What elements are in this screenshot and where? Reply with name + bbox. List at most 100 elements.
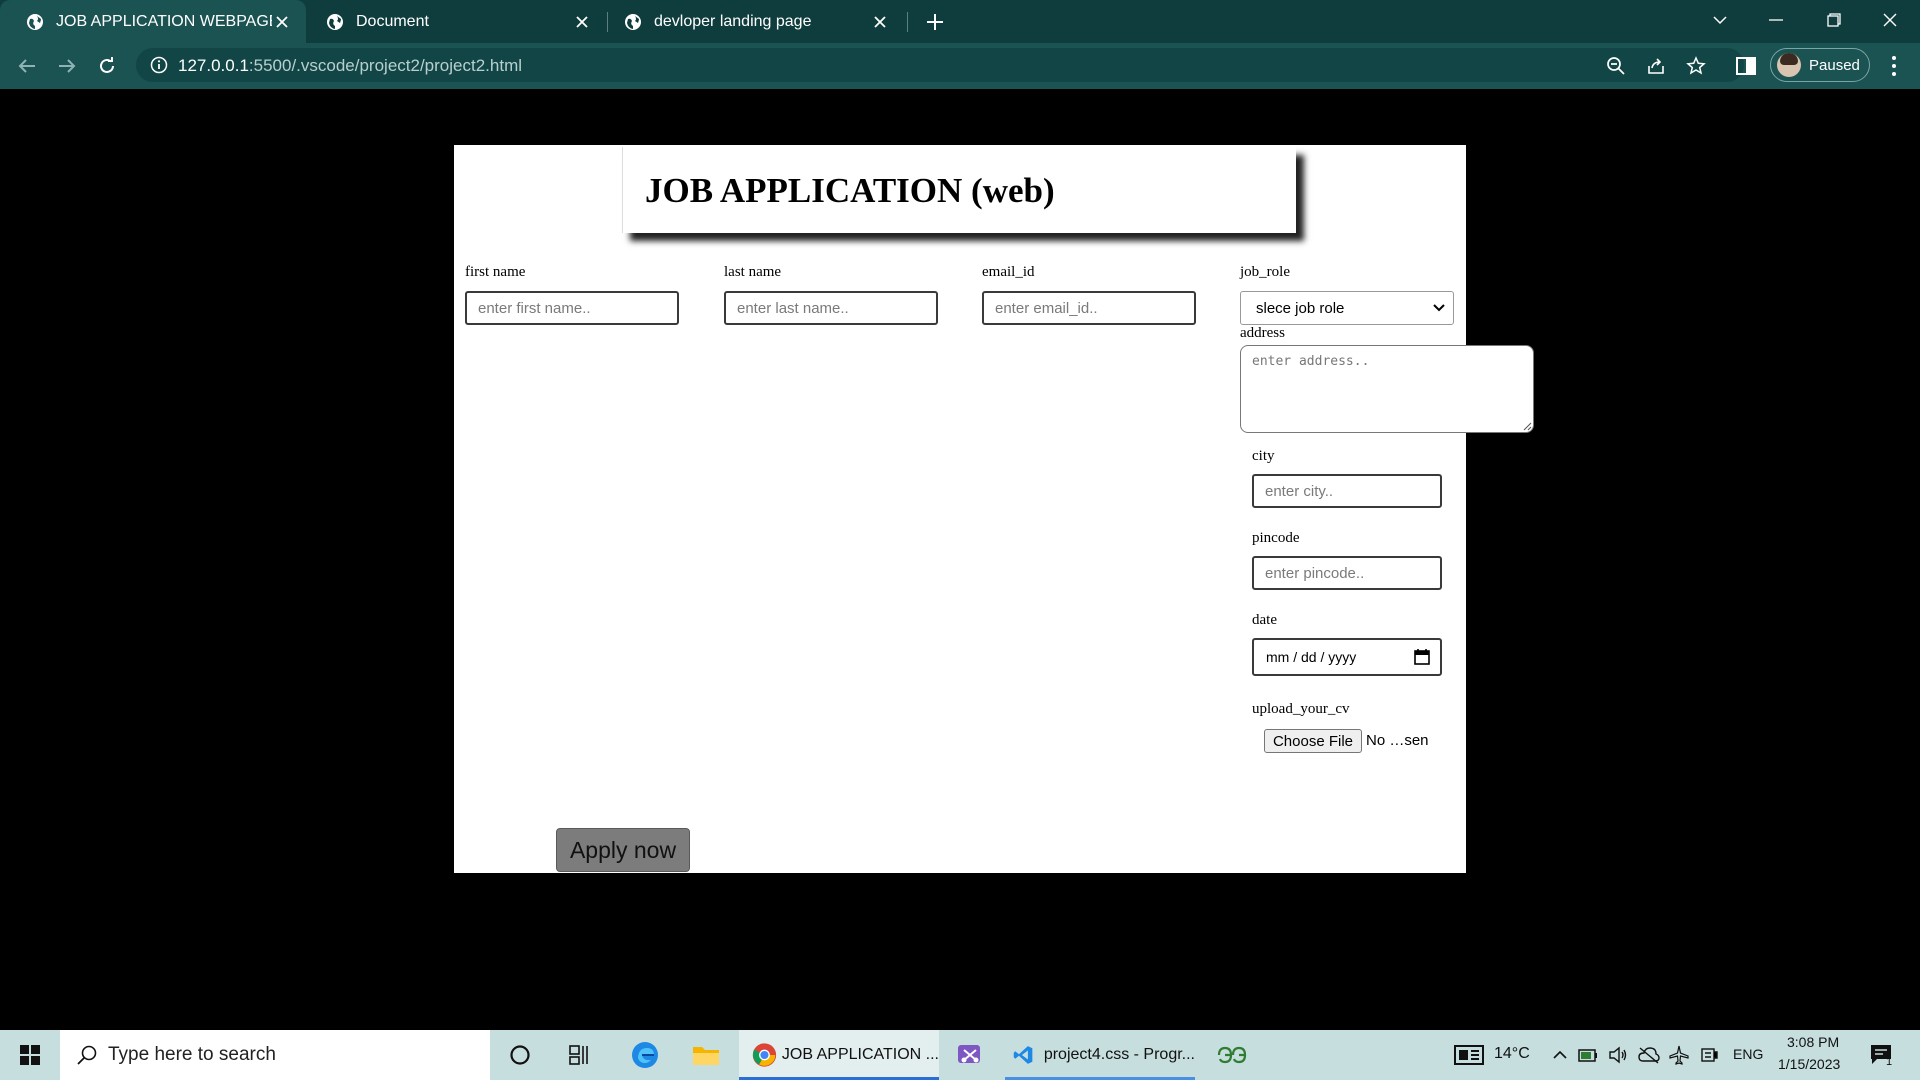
- network-tray-button[interactable]: [1637, 1030, 1661, 1080]
- start-button[interactable]: [0, 1030, 60, 1080]
- taskbar-app-label: JOB APPLICATION ...: [781, 1046, 939, 1063]
- extra-app-button[interactable]: [1210, 1030, 1254, 1080]
- choose-file-button[interactable]: Choose File: [1264, 729, 1362, 753]
- email-input[interactable]: [982, 291, 1196, 325]
- job-role-select[interactable]: slece job role: [1240, 291, 1454, 325]
- cortana-circle-icon: [510, 1045, 530, 1065]
- resize-grip-icon[interactable]: [1523, 422, 1532, 431]
- clock-time[interactable]: 3:08 PM: [1787, 1034, 1839, 1050]
- side-panel-icon[interactable]: [1735, 55, 1757, 77]
- share-icon[interactable]: [1646, 56, 1666, 76]
- task-view-icon: [569, 1045, 588, 1065]
- weather-temperature[interactable]: 14°C: [1494, 1045, 1530, 1063]
- battery-icon: [1578, 1049, 1597, 1062]
- task-view-button[interactable]: [560, 1030, 600, 1080]
- job-application-form: JOB APPLICATION (web) first name last na…: [454, 145, 1534, 873]
- last-name-label: last name: [724, 264, 782, 280]
- airplane-mode-tray-button[interactable]: [1667, 1030, 1691, 1080]
- more-menu-icon[interactable]: [1882, 53, 1906, 79]
- tab-document[interactable]: Document: [300, 0, 606, 43]
- profile-status: Paused: [1809, 56, 1860, 74]
- clock-date[interactable]: 1/15/2023: [1778, 1056, 1840, 1072]
- close-icon: [1883, 13, 1897, 27]
- arrow-left-icon: [18, 59, 35, 73]
- close-window-button[interactable]: [1862, 0, 1918, 40]
- search-placeholder: Type here to search: [108, 1044, 276, 1065]
- calendar-icon[interactable]: [1414, 649, 1430, 665]
- globe-icon: [27, 13, 43, 30]
- plus-icon: [927, 14, 943, 30]
- browser-toolbar: 127.0.0.1:5500/.vscode/project2/project2…: [0, 43, 1920, 89]
- new-tab-button[interactable]: [922, 9, 948, 35]
- volume-tray-button[interactable]: [1606, 1030, 1630, 1080]
- chevron-down-icon: [1713, 16, 1727, 25]
- address-textarea[interactable]: [1240, 345, 1534, 433]
- address-bar[interactable]: 127.0.0.1:5500/.vscode/project2/project2…: [136, 48, 1744, 82]
- airplane-icon: [1669, 1045, 1689, 1065]
- pincode-input[interactable]: [1252, 556, 1442, 590]
- globe-icon: [327, 13, 343, 30]
- search-icon: [77, 1045, 97, 1065]
- close-tab-icon[interactable]: [272, 12, 292, 32]
- tab-search-button[interactable]: [1692, 0, 1748, 40]
- cortana-button[interactable]: [500, 1030, 540, 1080]
- forward-button[interactable]: [52, 51, 82, 81]
- vscode-icon: [1013, 1046, 1033, 1064]
- device-tray-button[interactable]: [1697, 1030, 1721, 1080]
- first-name-input[interactable]: [465, 291, 679, 325]
- bookmark-star-icon[interactable]: [1686, 56, 1706, 76]
- edge-icon: [632, 1042, 658, 1068]
- city-input[interactable]: [1252, 474, 1442, 508]
- close-tab-icon[interactable]: [572, 12, 592, 32]
- snipping-tool-button[interactable]: [948, 1030, 992, 1080]
- tab-job-application[interactable]: JOB APPLICATION WEBPAGE: [0, 0, 306, 43]
- windows-taskbar: Type here to search JOB APPLICATION ... …: [0, 1030, 1920, 1080]
- restore-button[interactable]: [1806, 0, 1862, 40]
- taskbar-app-vscode[interactable]: project4.css - Progr...: [1005, 1030, 1195, 1080]
- notification-count: 1: [1886, 1056, 1893, 1068]
- reload-button[interactable]: [92, 51, 122, 81]
- taskbar-app-chrome[interactable]: JOB APPLICATION ...: [739, 1030, 939, 1080]
- date-label: date: [1252, 612, 1277, 628]
- arrow-right-icon: [59, 59, 76, 73]
- chevron-down-icon: [1433, 304, 1445, 312]
- minimize-icon: [1769, 19, 1783, 21]
- date-input[interactable]: mm / dd / yyyy: [1252, 638, 1442, 676]
- news-icon: [1454, 1045, 1484, 1065]
- input-language[interactable]: ENG: [1733, 1046, 1763, 1062]
- show-hidden-icons-button[interactable]: [1550, 1030, 1570, 1080]
- tab-title: JOB APPLICATION WEBPAGE: [56, 12, 272, 30]
- title-box: JOB APPLICATION (web): [622, 147, 1296, 233]
- email-label: email_id: [982, 264, 1035, 280]
- folder-icon: [693, 1047, 719, 1065]
- back-button[interactable]: [12, 51, 42, 81]
- date-placeholder: mm / dd / yyyy: [1266, 649, 1357, 665]
- info-icon[interactable]: [150, 56, 168, 74]
- globe-icon: [625, 13, 641, 30]
- browser-tab-strip: JOB APPLICATION WEBPAGE Document devlope…: [0, 0, 1920, 43]
- profile-button[interactable]: Paused: [1770, 48, 1870, 82]
- minimize-button[interactable]: [1748, 0, 1804, 40]
- taskbar-search-box[interactable]: Type here to search: [60, 1030, 490, 1080]
- address-label: address: [1240, 325, 1285, 341]
- url-text: 127.0.0.1:5500/.vscode/project2/project2…: [178, 56, 523, 75]
- file-explorer-button[interactable]: [684, 1030, 728, 1080]
- upload-cv-label: upload_your_cv: [1252, 701, 1350, 717]
- pincode-label: pincode: [1252, 530, 1300, 546]
- news-widget-button[interactable]: [1450, 1030, 1488, 1080]
- first-name-label: first name: [465, 264, 526, 280]
- apply-now-button[interactable]: Apply now: [556, 828, 690, 872]
- git-graph-icon: [1217, 1046, 1247, 1064]
- close-tab-icon[interactable]: [870, 12, 890, 32]
- tab-title: devloper landing page: [654, 12, 812, 30]
- battery-tray-button[interactable]: [1576, 1030, 1600, 1080]
- tab-devloper-landing-page[interactable]: devloper landing page: [598, 0, 904, 43]
- zoom-icon[interactable]: [1606, 56, 1626, 76]
- page-title: JOB APPLICATION (web): [645, 171, 1055, 210]
- notification-center-button[interactable]: 1: [1862, 1030, 1902, 1080]
- last-name-input[interactable]: [724, 291, 938, 325]
- edge-button[interactable]: [623, 1030, 667, 1080]
- file-status-text: No …sen: [1366, 732, 1429, 749]
- city-label: city: [1252, 448, 1275, 464]
- taskbar-app-label: project4.css - Progr...: [1043, 1046, 1195, 1063]
